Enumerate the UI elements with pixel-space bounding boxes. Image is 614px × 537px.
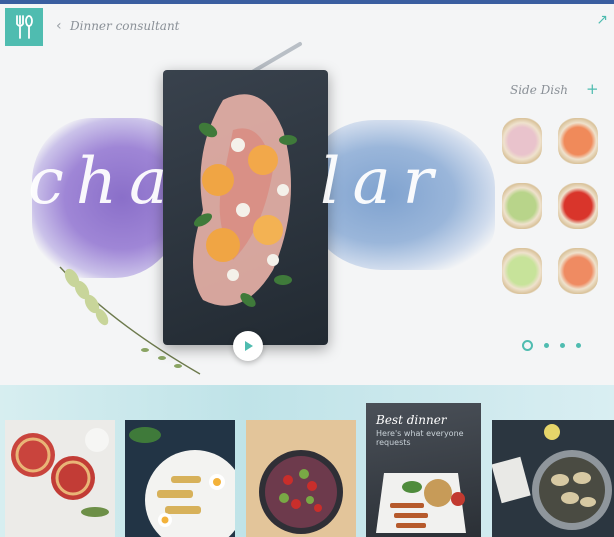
side-dish-salmon-toast[interactable] — [558, 118, 598, 164]
play-button[interactable] — [233, 331, 263, 361]
fork-spoon-icon[interactable] — [5, 8, 43, 46]
page-title: Dinner consultant — [70, 19, 180, 33]
side-dish-label: Side Dish — [510, 83, 569, 97]
pagination-dot[interactable] — [560, 343, 565, 348]
script-text-right: lar — [320, 145, 446, 219]
thumbnail-clams[interactable] — [492, 420, 614, 537]
best-dinner-title: Best dinner — [376, 413, 447, 427]
thumbnail-asparagus[interactable] — [125, 420, 235, 537]
add-icon[interactable]: + — [586, 80, 599, 98]
pagination-dot[interactable] — [544, 343, 549, 348]
side-dish-smoked-salmon-toast[interactable] — [558, 248, 598, 294]
top-bar — [0, 0, 614, 4]
pagination-dot[interactable] — [522, 340, 533, 351]
play-icon — [245, 341, 253, 351]
side-dish-radish-toast[interactable] — [502, 118, 542, 164]
side-dish-sprout-toast[interactable] — [502, 183, 542, 229]
side-dish-cucumber-toast[interactable] — [502, 248, 542, 294]
expand-arrow-icon[interactable]: ↗ — [596, 12, 608, 28]
script-text-left: cha — [28, 145, 180, 219]
thumbnail-salad[interactable] — [246, 420, 356, 537]
side-dish-tomato-toast[interactable] — [558, 183, 598, 229]
thumbnail-pie[interactable] — [5, 420, 115, 537]
back-icon[interactable]: ‹ — [56, 18, 62, 34]
pagination-dot[interactable] — [576, 343, 581, 348]
food-slate — [163, 70, 328, 345]
best-dinner-card[interactable]: Best dinner Here's what everyone request… — [366, 403, 481, 537]
pagination-dots — [522, 340, 581, 351]
